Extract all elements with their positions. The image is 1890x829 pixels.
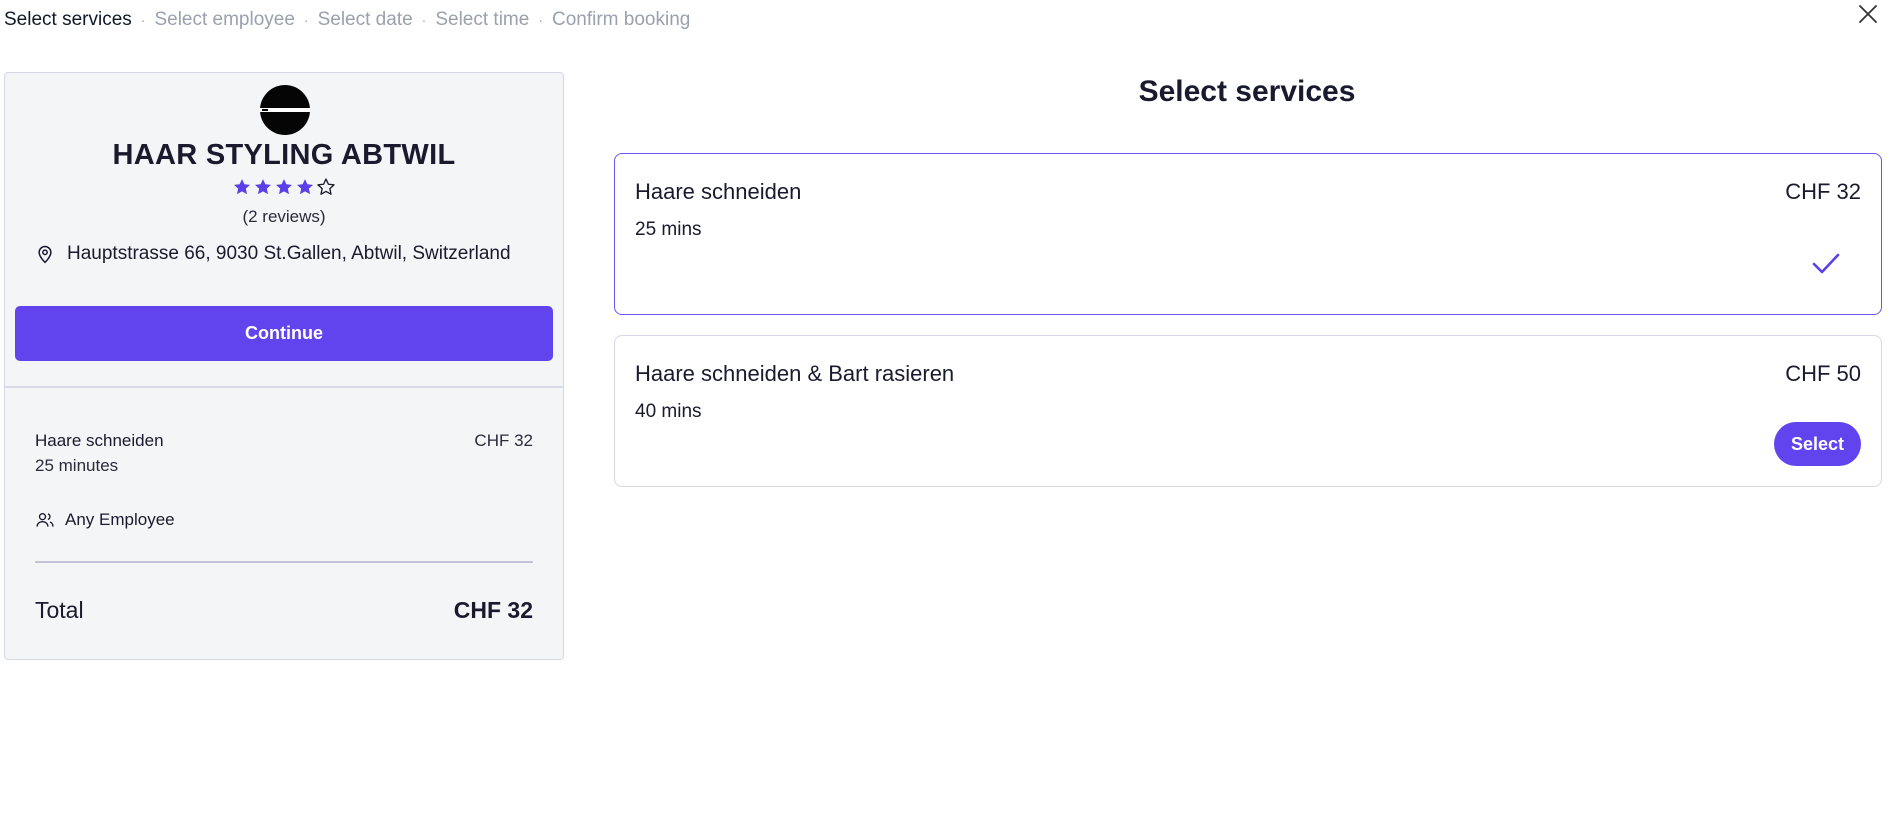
shop-address: Hauptstrasse 66, 9030 St.Gallen, Abtwil,…	[35, 243, 511, 265]
shop-logo	[260, 85, 310, 135]
selected-service-name: Haare schneiden	[35, 431, 164, 450]
star-filled-icon	[297, 179, 313, 195]
breadcrumb-step-select-time[interactable]: Select time	[435, 8, 529, 32]
page-title: Select services	[1138, 75, 1356, 108]
breadcrumb-separator: ·	[421, 12, 427, 28]
location-pin-icon	[38, 245, 52, 264]
selected-employee: Any Employee	[35, 510, 175, 530]
check-icon	[1812, 253, 1840, 274]
users-icon	[36, 513, 54, 527]
star-filled-icon	[255, 179, 271, 195]
service-name: Haare schneiden	[635, 179, 802, 204]
service-price: CHF 50	[1785, 361, 1861, 386]
close-button[interactable]	[1856, 2, 1880, 26]
breadcrumb-step-select-employee[interactable]: Select employee	[154, 8, 294, 32]
breadcrumb-step-confirm-booking[interactable]: Confirm booking	[552, 8, 690, 32]
breadcrumb: Select services · Select employee · Sele…	[4, 8, 690, 32]
booking-page: Select services · Select employee · Sele…	[0, 0, 1890, 829]
service-card-haare-schneiden[interactable]: Haare schneiden CHF 32 25 mins	[614, 153, 1882, 315]
service-duration: 40 mins	[635, 401, 702, 422]
service-price: CHF 32	[1785, 179, 1861, 204]
star-empty-icon	[317, 178, 335, 195]
breadcrumb-step-select-date[interactable]: Select date	[318, 8, 413, 32]
breadcrumb-separator: ·	[140, 12, 146, 28]
service-duration: 25 mins	[635, 219, 702, 240]
booking-summary-card: HAAR STYLING ABTWIL (2 reviews) Hauptstr…	[4, 72, 564, 660]
divider	[5, 386, 563, 388]
total-value: CHF 32	[453, 597, 533, 623]
star-filled-icon	[234, 179, 250, 195]
service-card-haare-schneiden-bart-rasieren[interactable]: Haare schneiden & Bart rasieren CHF 50 4…	[614, 335, 1882, 487]
breadcrumb-separator: ·	[303, 12, 309, 28]
divider	[35, 561, 533, 563]
shop-name: HAAR STYLING ABTWIL	[112, 139, 456, 171]
reviews-count[interactable]: (2 reviews)	[5, 207, 563, 227]
selected-service-duration: 25 minutes	[35, 456, 119, 475]
close-icon	[1859, 5, 1877, 23]
selected-employee-label: Any Employee	[65, 510, 175, 529]
shop-address-text: Hauptstrasse 66, 9030 St.Gallen, Abtwil,…	[67, 243, 511, 264]
rating-stars	[5, 177, 563, 197]
service-name: Haare schneiden & Bart rasieren	[635, 361, 955, 386]
select-service-button[interactable]: Select	[1774, 422, 1861, 466]
selected-service-price: CHF 32	[474, 431, 533, 450]
continue-button[interactable]: Continue	[15, 306, 553, 361]
total-label: Total	[35, 597, 84, 623]
breadcrumb-separator: ·	[538, 12, 543, 28]
star-filled-icon	[276, 179, 292, 195]
breadcrumb-step-select-services[interactable]: Select services	[4, 8, 132, 32]
